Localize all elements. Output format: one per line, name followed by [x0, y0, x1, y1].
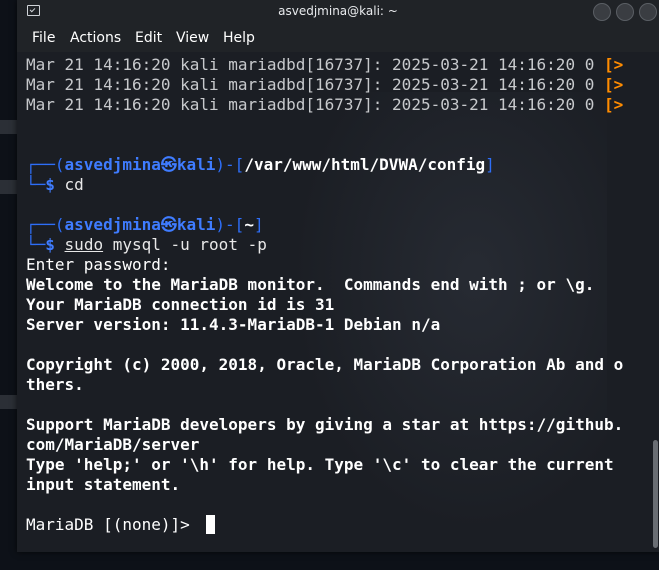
prompt-command: └─$ sudo mysql -u root -p	[26, 235, 267, 254]
prompt-command: └─$ cd	[26, 175, 84, 194]
menu-help[interactable]: Help	[223, 30, 255, 46]
output-line: com/MariaDB/server	[26, 435, 200, 454]
maximize-button[interactable]	[616, 3, 634, 21]
window-title: asvedjmina@kali: ~	[278, 4, 398, 18]
output-line: Type 'help;' or '\h' for help. Type '\c'…	[26, 455, 614, 474]
menu-file[interactable]: File	[32, 30, 55, 46]
terminal-window: asvedjmina@kali: ~ File Actions Edit Vie…	[17, 0, 659, 552]
log-line: Mar 21 14:16:20 kali mariadbd[16737]: 20…	[26, 75, 624, 94]
log-line: Mar 21 14:16:20 kali mariadbd[16737]: 20…	[26, 95, 624, 114]
output-line: input statement.	[26, 475, 181, 494]
close-button[interactable]	[639, 3, 657, 21]
menu-bar: File Actions Edit View Help	[17, 24, 659, 52]
title-bar[interactable]: asvedjmina@kali: ~	[17, 0, 659, 24]
text-cursor	[206, 515, 215, 534]
log-line: Mar 21 14:16:20 kali mariadbd[16737]: 20…	[26, 55, 624, 74]
prompt-header: ┌──(asvedjmina㉿kali)-[/var/www/html/DVWA…	[26, 155, 495, 174]
mariadb-prompt: MariaDB [(none)]>	[26, 515, 200, 534]
output-line: Welcome to the MariaDB monitor. Commands…	[26, 275, 595, 294]
terminal-area[interactable]: Mar 21 14:16:20 kali mariadbd[16737]: 20…	[17, 52, 659, 552]
scrollbar[interactable]	[653, 440, 658, 548]
menu-actions[interactable]: Actions	[70, 30, 121, 46]
output-line: Copyright (c) 2000, 2018, Oracle, MariaD…	[26, 355, 624, 374]
output-line: Server version: 11.4.3-MariaDB-1 Debian …	[26, 315, 441, 334]
output-line: Support MariaDB developers by giving a s…	[26, 415, 624, 434]
minimize-button[interactable]	[593, 3, 611, 21]
prompt-header: ┌──(asvedjmina㉿kali)-[~]	[26, 215, 264, 234]
output-line: Enter password:	[26, 255, 171, 274]
menu-view[interactable]: View	[176, 30, 209, 46]
menu-edit[interactable]: Edit	[135, 30, 162, 46]
output-line: Your MariaDB connection id is 31	[26, 295, 335, 314]
output-line: thers.	[26, 375, 84, 394]
